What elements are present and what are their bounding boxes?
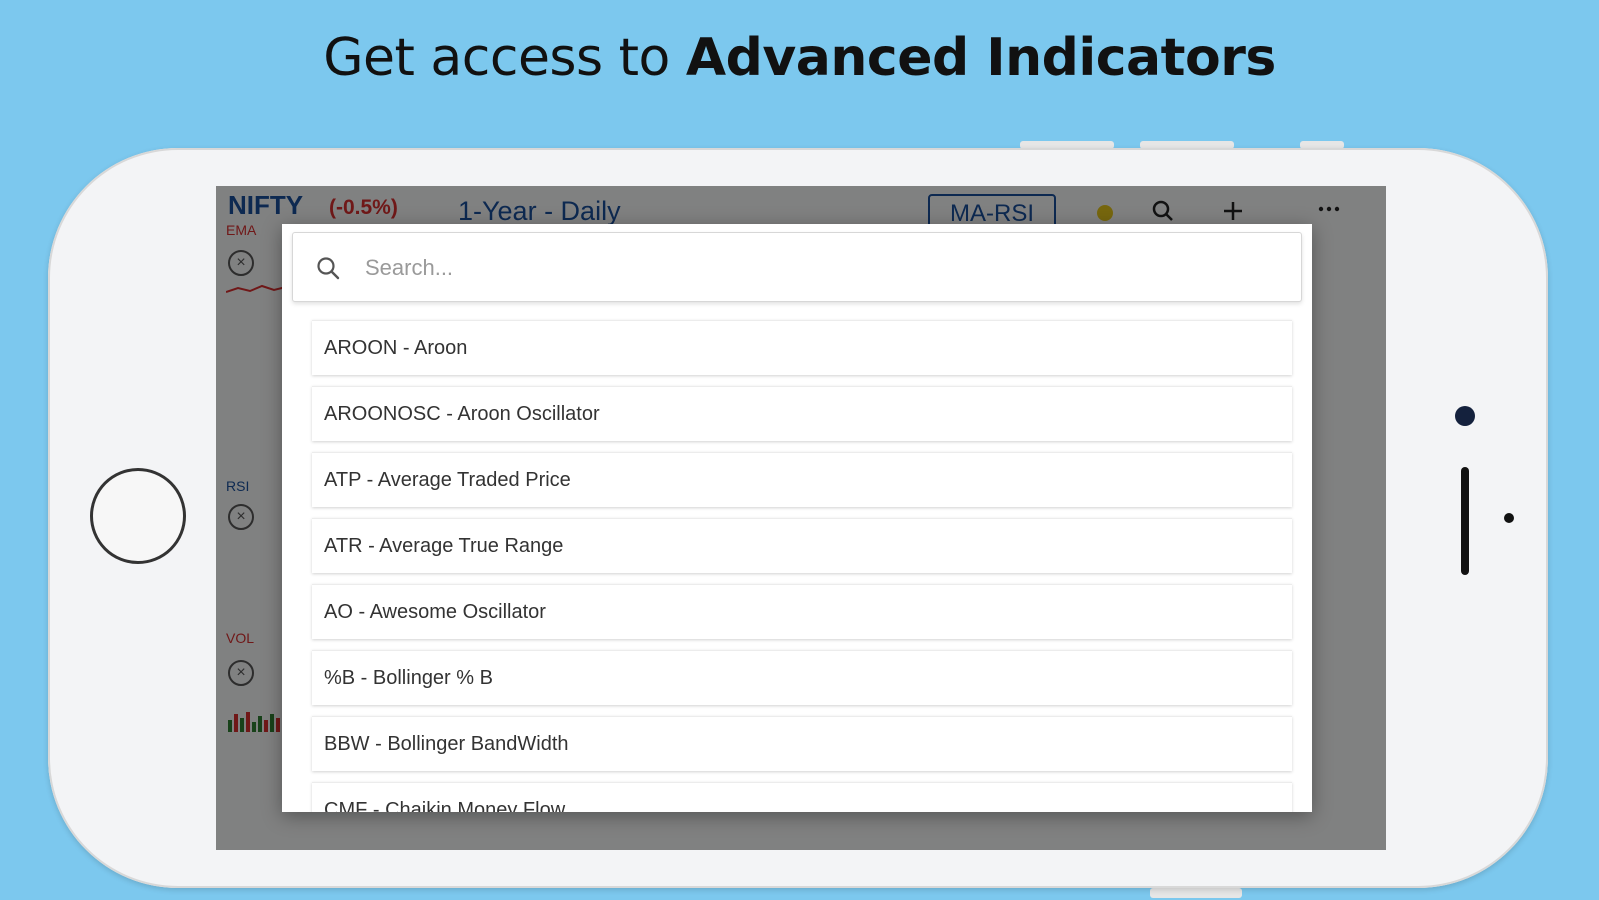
proximity-sensor [1504, 513, 1514, 523]
earpiece-speaker [1461, 467, 1469, 575]
indicator-item[interactable]: CMF - Chaikin Money Flow [312, 782, 1292, 812]
promo-headline: Get access to Advanced Indicators [0, 28, 1599, 88]
headline-emphasis: Advanced Indicators [685, 28, 1276, 88]
indicator-item[interactable]: ATR - Average True Range [312, 518, 1292, 573]
indicator-item[interactable]: %B - Bollinger % B [312, 650, 1292, 705]
phone-side-button [1150, 888, 1242, 898]
home-button [90, 468, 186, 564]
indicator-item[interactable]: AO - Awesome Oscillator [312, 584, 1292, 639]
indicator-item[interactable]: ATP - Average Traded Price [312, 452, 1292, 507]
search-icon [317, 257, 340, 280]
indicator-search-bar [292, 232, 1302, 302]
front-camera [1455, 406, 1475, 426]
indicator-item[interactable]: AROONOSC - Aroon Oscillator [312, 386, 1292, 441]
indicator-item[interactable]: BBW - Bollinger BandWidth [312, 716, 1292, 771]
indicator-list: AROON - Aroon AROONOSC - Aroon Oscillato… [312, 320, 1292, 812]
indicator-search-input[interactable] [363, 247, 1267, 289]
app-screen: NIFTY (-0.5%) 1-Year - Daily MA-RSI EMA … [216, 186, 1386, 850]
indicator-picker: AROON - Aroon AROONOSC - Aroon Oscillato… [282, 224, 1312, 812]
headline-prefix: Get access to [323, 28, 670, 88]
indicator-item[interactable]: AROON - Aroon [312, 320, 1292, 375]
